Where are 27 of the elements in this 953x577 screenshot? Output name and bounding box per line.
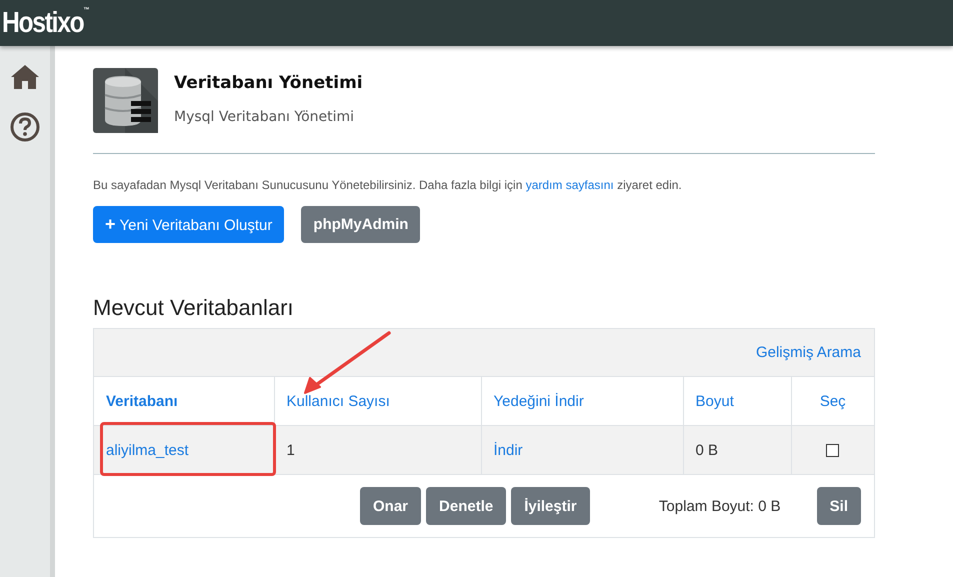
help-icon[interactable]: [10, 112, 40, 142]
download-link[interactable]: İndir: [494, 442, 523, 458]
action-button[interactable]: Onar: [360, 487, 422, 525]
action-button[interactable]: İyileştir: [511, 487, 590, 525]
table-cell: 0 B: [696, 442, 718, 458]
create-database-button[interactable]: + Yeni Veritabanı Oluştur: [93, 206, 284, 243]
delete-button[interactable]: Sil: [816, 487, 861, 525]
total-size: Toplam Boyut: 0 B: [658, 498, 781, 514]
database-name-link[interactable]: aliyilma_test: [106, 442, 189, 458]
column-header[interactable]: Kullanıcı Sayısı: [286, 392, 390, 410]
database-icon: [93, 68, 158, 133]
column-header[interactable]: Veritabanı: [106, 392, 178, 410]
intro-text: Bu sayafadan Mysql Veritabanı Sunucusunu Yönetebilirsiniz. Daha fazla bilgi için yardım sayfasını ziyaret edin.: [93, 178, 683, 192]
logo[interactable]: Hostixo$^{™}$: [2, 6, 90, 40]
select-checkbox[interactable]: [826, 444, 840, 458]
column-header[interactable]: Seç: [820, 392, 846, 410]
home-icon[interactable]: [10, 64, 40, 90]
help-page-link[interactable]: yardım sayfasını: [526, 178, 614, 192]
table-cell: 1: [286, 442, 295, 458]
column-header[interactable]: Boyut: [696, 392, 734, 410]
page-title: Veritabanı Yönetimi: [174, 73, 363, 93]
section-title: Mevcut Veritabanları: [93, 295, 295, 322]
advanced-search-link[interactable]: Gelişmiş Arama: [756, 344, 861, 361]
action-button[interactable]: Denetle: [426, 487, 506, 525]
column-header[interactable]: Yedeğini İndir: [494, 392, 584, 410]
page-subtitle: Mysql Veritabanı Yönetimi: [174, 109, 356, 125]
phpmyadmin-button[interactable]: phpMyAdmin: [301, 206, 420, 243]
